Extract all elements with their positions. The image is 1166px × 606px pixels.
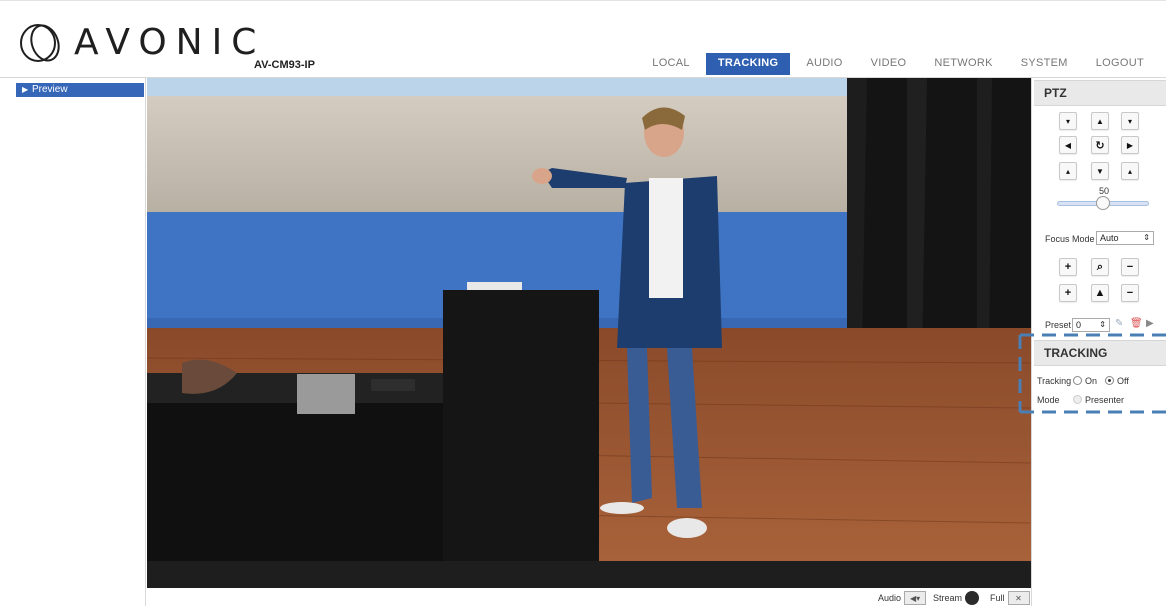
ptz-section-header: PTZ: [1034, 80, 1166, 106]
ptz-down-left-button[interactable]: ▴: [1059, 162, 1077, 180]
video-controls: Audio ◀▾ Stream Full ✕: [147, 588, 1031, 606]
arrow-down-left-icon: ▴: [1065, 166, 1070, 176]
preset-select[interactable]: 0 ⇕: [1072, 318, 1110, 332]
camera-web-ui: AVONIC AV-CM93-IP LOCAL TRACKING AUDIO VIDE…: [0, 0, 1166, 606]
arrow-up-right-icon: ▾: [1127, 116, 1132, 126]
video-letterbox: [147, 561, 1031, 588]
ptz-up-right-button[interactable]: ▾: [1121, 112, 1139, 130]
ptz-left-button[interactable]: ◀: [1059, 136, 1077, 154]
preset-label: Preset: [1045, 320, 1072, 330]
select-arrows-icon: ⇕: [1099, 320, 1106, 329]
zoom-out-button[interactable]: −: [1121, 258, 1139, 276]
ptz-title: PTZ: [1044, 86, 1067, 100]
camera-model: AV-CM93-IP: [254, 59, 315, 71]
ptz-right-button[interactable]: ▶: [1121, 136, 1139, 154]
arrow-down-icon: ▼: [1096, 166, 1104, 176]
edit-preset-icon[interactable]: ✎: [1115, 318, 1123, 329]
arrow-down-right-icon: ▴: [1127, 166, 1132, 176]
tracking-highlight-outline: [1018, 333, 1166, 414]
mountain-focus-icon: ▲: [1094, 287, 1106, 299]
tab-video[interactable]: VIDEO: [859, 53, 919, 75]
focus-mode-select[interactable]: Auto ⇕: [1096, 231, 1154, 245]
arrow-left-icon: ◀: [1064, 140, 1072, 150]
sidebar-item-preview[interactable]: ▶ Preview: [16, 83, 144, 97]
delete-preset-icon[interactable]: 🗑: [1130, 318, 1143, 329]
ptz-up-button[interactable]: ▲: [1091, 112, 1109, 130]
tab-local[interactable]: LOCAL: [640, 53, 702, 75]
zoom-button[interactable]: ⌕: [1091, 258, 1109, 276]
play-preset-icon[interactable]: ▶: [1146, 318, 1154, 329]
main-nav: LOCAL TRACKING AUDIO VIDEO NETWORK SYSTEM LOGO…: [636, 53, 1156, 75]
full-label: Full: [990, 593, 1005, 603]
ptz-home-button[interactable]: ↻: [1091, 136, 1109, 154]
stream-toggle-button[interactable]: [965, 591, 980, 605]
speaker-icon: ◀▾: [909, 593, 921, 603]
plus-icon: +: [1064, 261, 1072, 273]
arrow-right-icon: ▶: [1126, 140, 1134, 150]
ptz-up-left-button[interactable]: ▾: [1059, 112, 1077, 130]
minus-icon: −: [1126, 261, 1134, 273]
video-preview[interactable]: [147, 78, 1031, 588]
tab-system[interactable]: SYSTEM: [1009, 53, 1080, 75]
focus-mode-value: Auto: [1100, 233, 1119, 243]
tab-logout[interactable]: LOGOUT: [1084, 53, 1156, 75]
sidebar-item-label: Preview: [32, 84, 68, 95]
arrow-up-left-icon: ▾: [1065, 116, 1070, 126]
stage-scene-image: [147, 78, 1031, 561]
audio-control: Audio ◀▾: [878, 591, 927, 605]
focus-far-button[interactable]: −: [1121, 284, 1139, 302]
magnifier-icon: ⌕: [1096, 260, 1104, 273]
ptz-speed-slider-handle[interactable]: [1096, 196, 1110, 210]
chevron-right-icon: ▶: [22, 85, 29, 94]
fullscreen-control: Full ✕: [990, 591, 1030, 605]
sidebar: ▶ Preview: [6, 78, 146, 606]
focus-button[interactable]: ▲: [1091, 284, 1109, 302]
tab-tracking[interactable]: TRACKING: [705, 53, 791, 75]
minus-icon: −: [1126, 287, 1134, 299]
ptz-down-right-button[interactable]: ▴: [1121, 162, 1139, 180]
tab-network[interactable]: NETWORK: [922, 53, 1004, 75]
ptz-down-button[interactable]: ▼: [1091, 162, 1109, 180]
tab-audio[interactable]: AUDIO: [794, 53, 854, 75]
focus-mode-label: Focus Mode: [1045, 234, 1095, 244]
select-arrows-icon: ⇕: [1143, 233, 1150, 242]
logo-text: AVONIC: [74, 22, 266, 63]
audio-toggle-button[interactable]: ◀▾: [904, 591, 927, 605]
zoom-in-button[interactable]: +: [1059, 258, 1077, 276]
logo-mark-icon: [20, 24, 60, 62]
stream-control: Stream: [933, 591, 980, 605]
plus-icon: +: [1064, 287, 1072, 299]
audio-label: Audio: [878, 593, 902, 603]
header: AVONIC AV-CM93-IP LOCAL TRACKING AUDIO VIDE…: [0, 0, 1166, 78]
stream-label: Stream: [933, 593, 963, 603]
fullscreen-button[interactable]: ✕: [1007, 591, 1030, 605]
arrow-up-icon: ▲: [1096, 116, 1104, 126]
avonic-logo: AVONIC: [18, 21, 256, 65]
home-reset-icon: ↻: [1095, 139, 1105, 152]
fullscreen-icon: ✕: [1015, 593, 1022, 603]
focus-near-button[interactable]: +: [1059, 284, 1077, 302]
preset-value: 0: [1076, 320, 1082, 330]
ptz-speed-value: 50: [1099, 186, 1110, 196]
